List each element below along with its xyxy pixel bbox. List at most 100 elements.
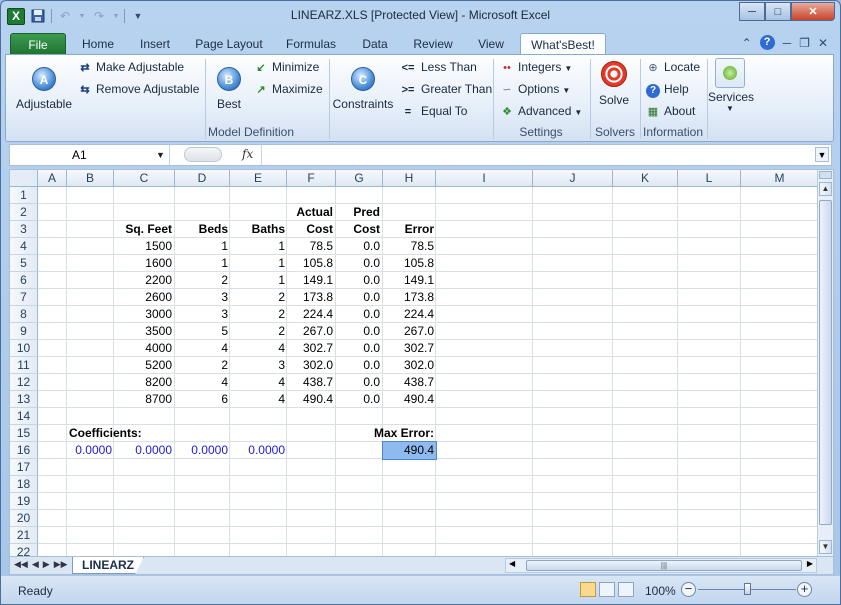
- row-header-18[interactable]: 18: [10, 476, 38, 493]
- help-icon[interactable]: ?: [759, 35, 775, 50]
- equal-to-button[interactable]: = Equal To: [398, 104, 468, 119]
- row-header-22[interactable]: 22: [10, 544, 38, 556]
- column-header-h[interactable]: H: [383, 170, 436, 187]
- header-actual-cost[interactable]: Cost: [287, 221, 335, 238]
- help-button[interactable]: ? Help: [645, 82, 689, 98]
- last-sheet-icon[interactable]: ▶▶: [54, 559, 68, 570]
- cell-error[interactable]: 78.5: [383, 238, 436, 255]
- cell-baths[interactable]: 1: [230, 255, 287, 272]
- row-header-4[interactable]: 4: [10, 238, 38, 255]
- sheet-tab-linearz[interactable]: LINEARZ: [72, 557, 144, 574]
- cell-error[interactable]: 267.0: [383, 323, 436, 340]
- column-header-g[interactable]: G: [336, 170, 383, 187]
- cell-beds[interactable]: 6: [175, 391, 230, 408]
- row-header-21[interactable]: 21: [10, 527, 38, 544]
- workbook-restore-icon[interactable]: ❐: [799, 36, 810, 50]
- row-header-3[interactable]: 3: [10, 221, 38, 238]
- cell-baths[interactable]: 2: [230, 306, 287, 323]
- less-than-button[interactable]: <= Less Than: [398, 60, 477, 75]
- maximize-button[interactable]: ↗ Maximize: [253, 82, 322, 97]
- constraints-button[interactable]: C Constraints: [332, 67, 394, 111]
- tab-file[interactable]: File: [10, 33, 66, 55]
- row-header-13[interactable]: 13: [10, 391, 38, 408]
- cell-error[interactable]: 224.4: [383, 306, 436, 323]
- cell-error[interactable]: 149.1: [383, 272, 436, 289]
- header-error[interactable]: Error: [383, 221, 436, 238]
- column-header-b[interactable]: B: [67, 170, 114, 187]
- column-header-c[interactable]: C: [114, 170, 175, 187]
- cell-pred[interactable]: 0.0: [336, 289, 382, 306]
- cell-pred[interactable]: 0.0: [336, 374, 382, 391]
- row-header-6[interactable]: 6: [10, 272, 38, 289]
- column-header-k[interactable]: K: [613, 170, 678, 187]
- cell-actual[interactable]: 302.0: [287, 357, 335, 374]
- cell-beds[interactable]: 3: [175, 289, 230, 306]
- cell-pred[interactable]: 0.0: [336, 340, 382, 357]
- coefficient-d16[interactable]: 0.0000: [175, 442, 230, 459]
- row-header-12[interactable]: 12: [10, 374, 38, 391]
- horizontal-scroll-thumb[interactable]: |||: [526, 560, 802, 571]
- cell-actual[interactable]: 490.4: [287, 391, 335, 408]
- integers-dropdown[interactable]: •• Integers ▼: [499, 60, 572, 75]
- cell-sqfeet[interactable]: 4000: [114, 340, 174, 357]
- row-header-7[interactable]: 7: [10, 289, 38, 306]
- cell-beds[interactable]: 3: [175, 306, 230, 323]
- cell-beds[interactable]: 5: [175, 323, 230, 340]
- cell-sqfeet[interactable]: 2600: [114, 289, 174, 306]
- select-all-corner[interactable]: [10, 170, 38, 187]
- row-header-17[interactable]: 17: [10, 459, 38, 476]
- cell-error[interactable]: 302.0: [383, 357, 436, 374]
- cell-pred[interactable]: 0.0: [336, 238, 382, 255]
- column-header-l[interactable]: L: [678, 170, 741, 187]
- minimize-window-icon[interactable]: ─: [739, 2, 765, 21]
- solve-button[interactable]: Solve: [594, 61, 634, 107]
- row-header-9[interactable]: 9: [10, 323, 38, 340]
- cell-pred[interactable]: 0.0: [336, 323, 382, 340]
- header-baths[interactable]: Baths: [230, 221, 287, 238]
- header-sq-feet[interactable]: Sq. Feet: [114, 221, 174, 238]
- expand-formula-bar-icon[interactable]: ▼: [815, 147, 829, 162]
- row-header-5[interactable]: 5: [10, 255, 38, 272]
- normal-view-icon[interactable]: [580, 582, 596, 597]
- name-box[interactable]: A1 ▼: [10, 145, 170, 165]
- cell-actual[interactable]: 78.5: [287, 238, 335, 255]
- cell-sqfeet[interactable]: 2200: [114, 272, 174, 289]
- vertical-scrollbar[interactable]: ▲ ▼: [817, 170, 833, 556]
- cell-sqfeet[interactable]: 1500: [114, 238, 174, 255]
- row-header-15[interactable]: 15: [10, 425, 38, 442]
- row-header-8[interactable]: 8: [10, 306, 38, 323]
- scroll-left-icon[interactable]: ◀: [509, 559, 515, 568]
- cell-baths[interactable]: 4: [230, 340, 287, 357]
- minimize-button[interactable]: ↙ Minimize: [253, 60, 319, 75]
- cell-pred[interactable]: 0.0: [336, 306, 382, 323]
- cell-beds[interactable]: 2: [175, 272, 230, 289]
- cell-error[interactable]: 490.4: [383, 391, 436, 408]
- cell-pred[interactable]: 0.0: [336, 357, 382, 374]
- header-actual[interactable]: Actual: [287, 204, 335, 221]
- page-layout-view-icon[interactable]: [599, 582, 615, 597]
- vertical-split-handle[interactable]: [819, 171, 832, 179]
- header-beds[interactable]: Beds: [175, 221, 230, 238]
- greater-than-button[interactable]: >= Greater Than: [398, 82, 493, 97]
- cell-actual[interactable]: 267.0: [287, 323, 335, 340]
- adjustable-button[interactable]: A Adjustable: [14, 67, 74, 111]
- next-sheet-icon[interactable]: ▶: [43, 559, 50, 570]
- cell-beds[interactable]: 4: [175, 340, 230, 357]
- zoom-level[interactable]: 100%: [645, 584, 676, 598]
- coefficient-c16[interactable]: 0.0000: [114, 442, 174, 459]
- coefficient-b16[interactable]: 0.0000: [67, 442, 114, 459]
- cell-error[interactable]: 302.7: [383, 340, 436, 357]
- name-box-chevron-down-icon[interactable]: ▼: [156, 146, 165, 164]
- row-header-11[interactable]: 11: [10, 357, 38, 374]
- cell-error[interactable]: 105.8: [383, 255, 436, 272]
- best-button[interactable]: B Best: [210, 67, 248, 111]
- formula-input[interactable]: [266, 145, 806, 165]
- cell-actual[interactable]: 149.1: [287, 272, 335, 289]
- scroll-down-icon[interactable]: ▼: [819, 540, 832, 554]
- cell-sqfeet[interactable]: 3500: [114, 323, 174, 340]
- zoom-slider-thumb[interactable]: [744, 583, 751, 595]
- cell-pred[interactable]: 0.0: [336, 391, 382, 408]
- tab-data[interactable]: Data: [353, 33, 397, 55]
- tab-whatsbest[interactable]: What'sBest!: [520, 33, 606, 55]
- vertical-scroll-thumb[interactable]: [819, 200, 832, 525]
